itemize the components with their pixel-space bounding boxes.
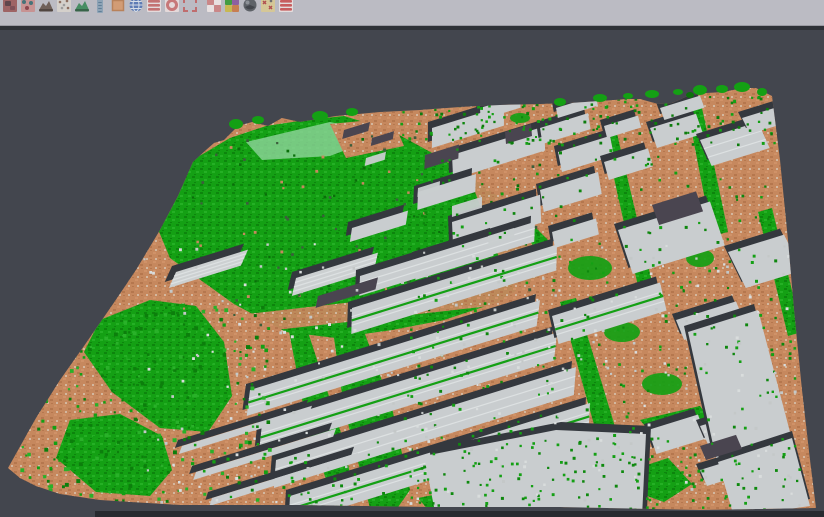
annotations-icon[interactable] <box>260 0 276 13</box>
subsample-checker-icon[interactable] <box>206 0 222 13</box>
classification-colors-icon[interactable] <box>224 0 240 13</box>
globe-icon[interactable] <box>128 0 144 13</box>
terrain-green-icon[interactable] <box>74 0 90 13</box>
cross-section-icon[interactable] <box>20 0 36 13</box>
terrain-dark-icon[interactable] <box>38 0 54 13</box>
render-sphere-icon[interactable] <box>242 0 258 13</box>
clipping-cube-icon[interactable] <box>110 0 126 13</box>
target-ring-icon[interactable] <box>164 0 180 13</box>
ruler-icon[interactable] <box>92 0 108 13</box>
delete-rows-icon[interactable] <box>278 0 294 13</box>
toolbar <box>0 0 824 26</box>
clipping-box-icon[interactable] <box>2 0 18 13</box>
point-picking-icon[interactable] <box>56 0 72 13</box>
point-cloud-render <box>0 30 824 517</box>
viewport-3d[interactable] <box>0 30 824 517</box>
crop-marks-icon[interactable] <box>182 0 198 13</box>
layers-list-icon[interactable] <box>146 0 162 13</box>
